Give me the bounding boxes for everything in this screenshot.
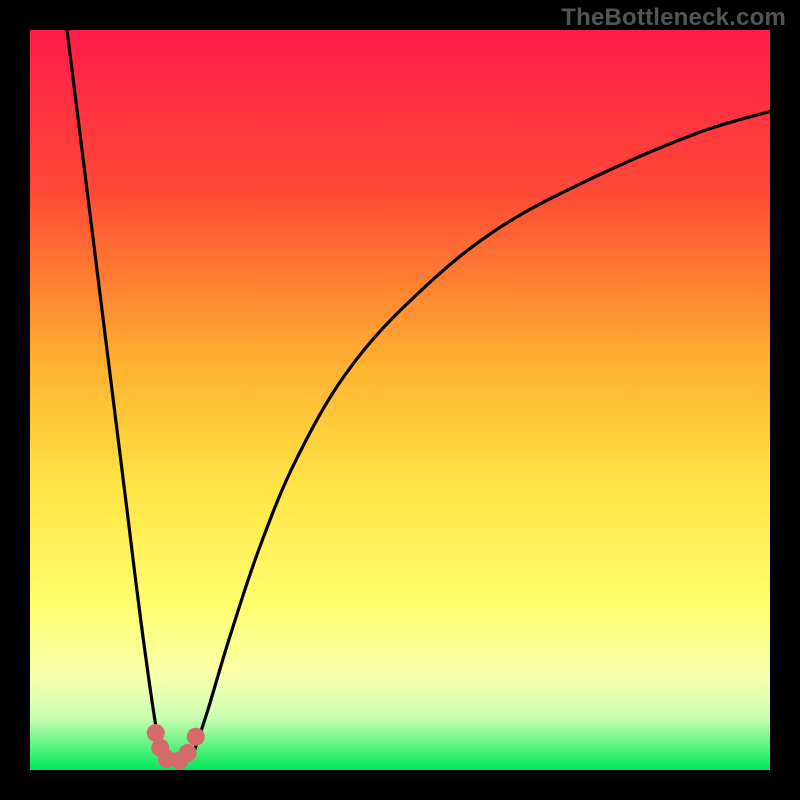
curve-layer [30, 30, 770, 770]
curve-left [67, 30, 163, 755]
watermark-text: TheBottleneck.com [561, 4, 786, 32]
plot-area [30, 30, 770, 770]
curve-right [193, 111, 770, 755]
optimum-marker [179, 744, 197, 762]
optimum-marker [187, 728, 205, 746]
frame: TheBottleneck.com [0, 0, 800, 800]
